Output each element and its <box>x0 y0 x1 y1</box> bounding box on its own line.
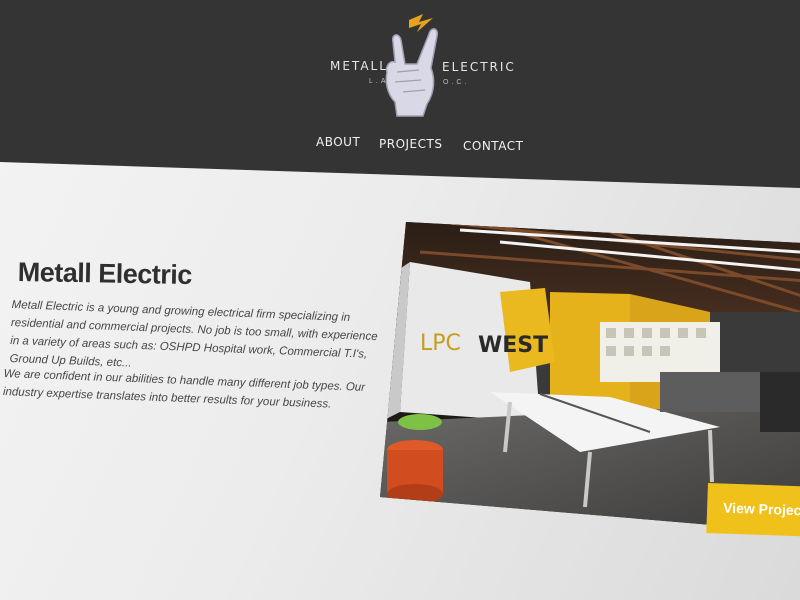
rock-hand-icon <box>385 14 439 117</box>
site-logo[interactable]: METALL ELECTRIC L.A. O.C. <box>325 12 515 122</box>
logo-word-right: ELECTRIC <box>442 60 516 74</box>
nav-projects[interactable]: PROJECTS <box>379 137 442 151</box>
page: METALL ELECTRIC L.A. O.C. ABOUT PROJECTS… <box>0 0 800 600</box>
nav-about[interactable]: ABOUT <box>316 135 360 149</box>
sign-west: WEST <box>478 333 548 358</box>
main-nav: ABOUT PROJECTS CONTACT <box>0 134 800 158</box>
nav-contact[interactable]: CONTACT <box>463 139 523 153</box>
sign-lpc: LPC <box>420 331 461 356</box>
view-projects-button[interactable]: View Projects <box>706 483 800 538</box>
site-header: METALL ELECTRIC L.A. O.C. ABOUT PROJECTS… <box>0 0 800 188</box>
page-title: Metall Electric <box>17 257 193 291</box>
lightning-bolt-icon <box>409 14 433 32</box>
